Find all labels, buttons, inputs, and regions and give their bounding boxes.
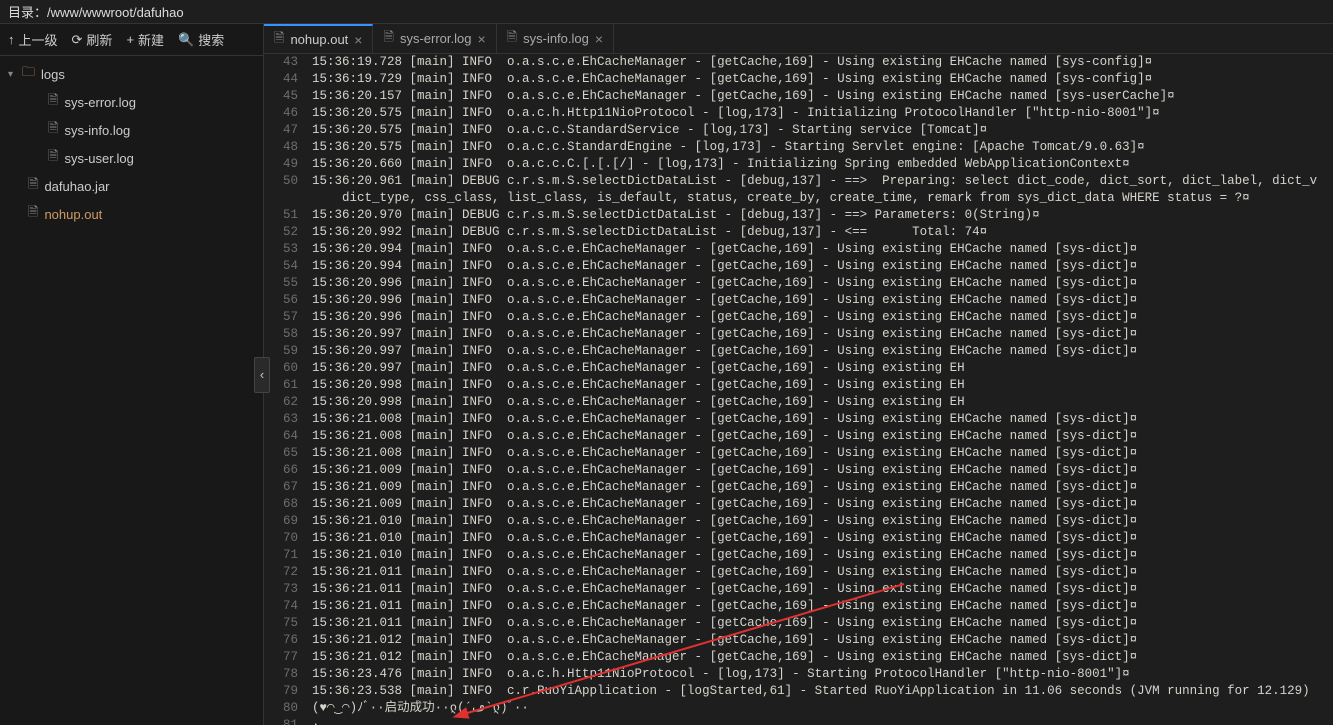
search-button[interactable]: 🔍 搜索: [178, 30, 224, 49]
chevron-down-icon: ▾: [8, 69, 18, 80]
editor-area: ‹ 🗎 nohup.out × 🗎 sys-error.log × 🗎 sys-…: [264, 24, 1333, 725]
file-icon: 🗎: [48, 119, 58, 141]
tab-sys-error[interactable]: 🗎 sys-error.log ×: [373, 24, 496, 53]
path-header: 目录：/www/wwwroot/dafuhao: [0, 0, 1333, 24]
tab-label: sys-error.log: [400, 31, 472, 46]
close-icon[interactable]: ×: [477, 31, 485, 47]
editor-body[interactable]: 4344454647484950 51525354555657585960616…: [264, 54, 1333, 725]
new-button[interactable]: + 新建: [126, 30, 164, 49]
folder-icon: 🗀: [22, 63, 35, 85]
tree-item-dafuhao-jar[interactable]: 🗎 dafuhao.jar: [0, 172, 263, 200]
file-icon: 🗎: [48, 147, 58, 169]
tree-item-sys-info[interactable]: 🗎 sys-info.log: [0, 116, 263, 144]
tab-sys-info[interactable]: 🗎 sys-info.log ×: [497, 24, 614, 53]
code-content[interactable]: 15:36:19.728 [main] INFO o.a.s.c.e.EhCac…: [312, 54, 1333, 725]
file-label: sys-info.log: [64, 123, 130, 138]
arrow-up-icon: ↑: [8, 32, 15, 47]
new-label: 新建: [138, 30, 164, 49]
tree-item-sys-error[interactable]: 🗎 sys-error.log: [0, 88, 263, 116]
plus-icon: +: [126, 32, 134, 47]
refresh-button[interactable]: ⟳ 刷新: [72, 30, 113, 49]
file-icon: 🗎: [383, 28, 393, 50]
chevron-left-icon: ‹: [260, 367, 264, 382]
file-icon: 🗎: [274, 29, 284, 51]
file-icon: 🗎: [48, 91, 58, 113]
line-gutter: 4344454647484950 51525354555657585960616…: [264, 54, 312, 725]
path-label: 目录：/www/wwwroot/dafuhao: [8, 2, 184, 21]
sidebar-collapse-handle[interactable]: ‹: [254, 357, 270, 393]
file-icon: 🗎: [28, 203, 38, 225]
tree-item-sys-user[interactable]: 🗎 sys-user.log: [0, 144, 263, 172]
tab-label: sys-info.log: [523, 31, 589, 46]
tree-item-nohup-out[interactable]: 🗎 nohup.out: [0, 200, 263, 228]
file-icon: 🗎: [507, 28, 517, 50]
close-icon[interactable]: ×: [354, 32, 362, 48]
file-label: sys-error.log: [64, 95, 136, 110]
file-label: sys-user.log: [64, 151, 133, 166]
search-label: 搜索: [198, 30, 224, 49]
tree-folder-logs[interactable]: ▾ 🗀 logs: [0, 60, 263, 88]
up-button[interactable]: ↑ 上一级: [8, 30, 58, 49]
refresh-label: 刷新: [86, 30, 112, 49]
file-icon: 🗎: [28, 175, 38, 197]
file-label: nohup.out: [44, 207, 102, 222]
up-label: 上一级: [19, 30, 58, 49]
toolbar: ↑ 上一级 ⟳ 刷新 + 新建 🔍 搜索: [0, 24, 263, 56]
refresh-icon: ⟳: [72, 32, 83, 48]
close-icon[interactable]: ×: [595, 31, 603, 47]
folder-label: logs: [41, 67, 65, 82]
file-label: dafuhao.jar: [44, 179, 109, 194]
search-icon: 🔍: [178, 32, 194, 48]
tab-nohup-out[interactable]: 🗎 nohup.out ×: [264, 24, 373, 53]
file-tree: ▾ 🗀 logs 🗎 sys-error.log 🗎 sys-info.log …: [0, 56, 263, 725]
tabs-bar: 🗎 nohup.out × 🗎 sys-error.log × 🗎 sys-in…: [264, 24, 1333, 54]
sidebar: ↑ 上一级 ⟳ 刷新 + 新建 🔍 搜索 ▾ 🗀 logs: [0, 24, 264, 725]
tab-label: nohup.out: [290, 32, 348, 47]
